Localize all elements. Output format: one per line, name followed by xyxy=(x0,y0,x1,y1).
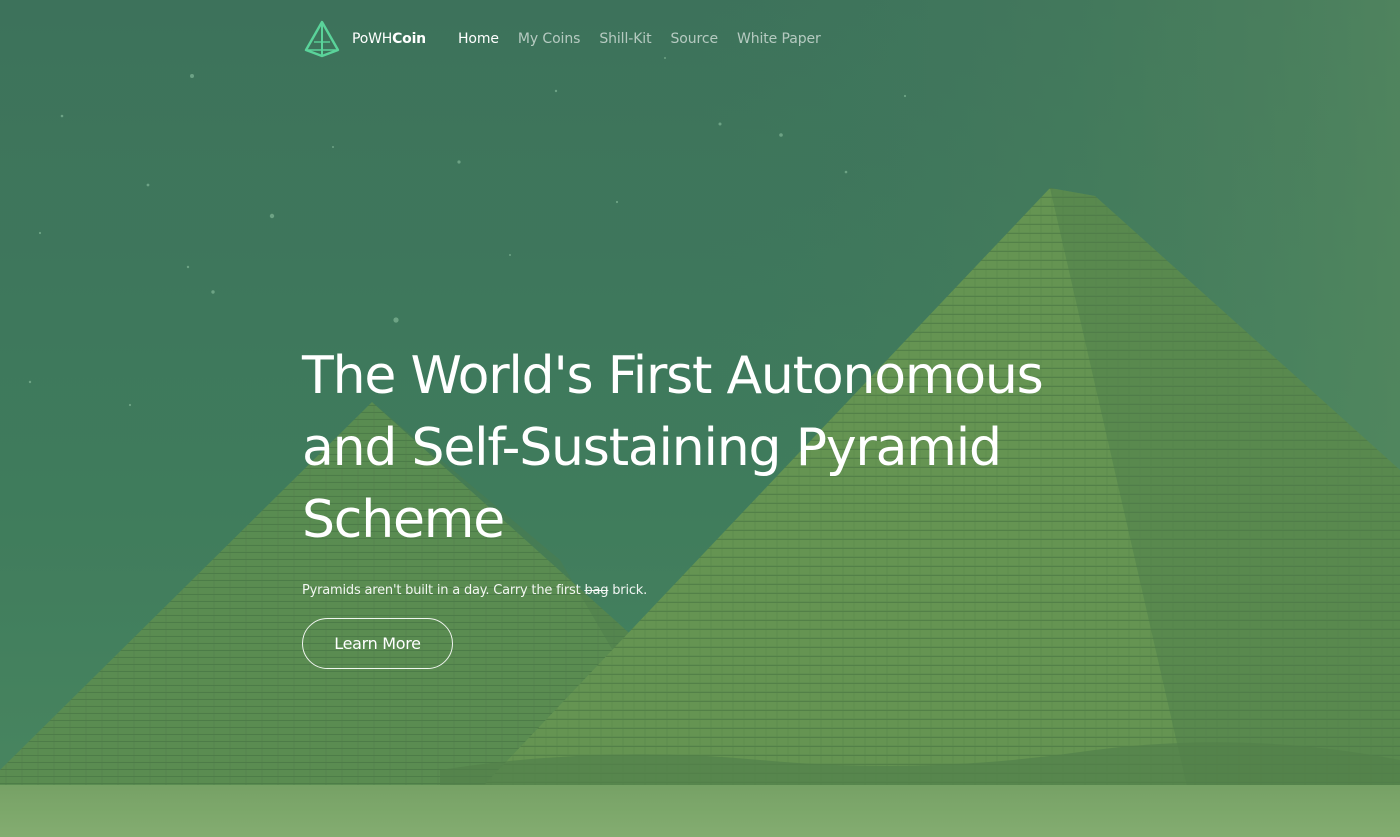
tagline-struck-word: bag xyxy=(584,583,609,598)
top-navbar: PoWHCoin Home My Coins Shill-Kit Source … xyxy=(304,14,840,64)
brand-name: PoWHCoin xyxy=(352,31,426,47)
nav-link-source[interactable]: Source xyxy=(670,31,718,47)
headline-line-3: Scheme xyxy=(302,490,505,550)
hero-headline: The World's First Autonomous and Self-Su… xyxy=(302,340,1182,556)
nav-link-shill-kit[interactable]: Shill-Kit xyxy=(599,31,651,47)
nav-link-home[interactable]: Home xyxy=(458,31,499,47)
brand-home-link[interactable]: PoWHCoin xyxy=(304,20,426,58)
brand-name-bold: Coin xyxy=(392,31,426,47)
nav-link-my-coins[interactable]: My Coins xyxy=(518,31,581,47)
headline-line-2: and Self-Sustaining Pyramid xyxy=(302,418,1002,478)
nav-link-white-paper[interactable]: White Paper xyxy=(737,31,821,47)
hero-tagline: Pyramids aren't built in a day. Carry th… xyxy=(302,583,647,598)
tagline-text-after: brick. xyxy=(608,583,648,598)
pyramid-icon xyxy=(304,20,340,58)
nav-links: Home My Coins Shill-Kit Source White Pap… xyxy=(458,31,840,47)
headline-line-1: The World's First Autonomous xyxy=(302,346,1044,406)
learn-more-button[interactable]: Learn More xyxy=(302,618,453,669)
tagline-text-before: Pyramids aren't built in a day. Carry th… xyxy=(302,583,585,598)
hero-section: PoWHCoin Home My Coins Shill-Kit Source … xyxy=(0,0,1400,837)
brand-name-light: PoWH xyxy=(352,31,393,47)
